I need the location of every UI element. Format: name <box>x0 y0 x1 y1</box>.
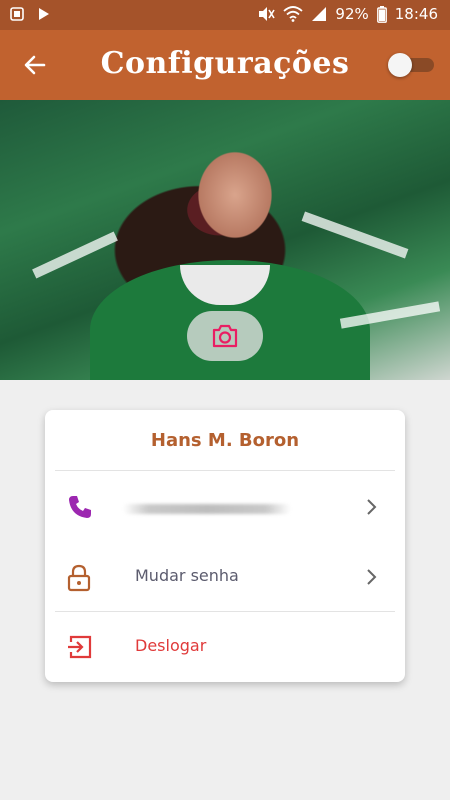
play-store-icon <box>39 8 49 20</box>
battery-icon <box>376 5 387 23</box>
phone-icon <box>69 496 91 518</box>
logout-label: Deslogar <box>135 636 207 655</box>
logout-icon <box>68 635 92 659</box>
divider <box>55 470 395 471</box>
change-password-label: Mudar senha <box>135 566 239 585</box>
logout-row[interactable]: Deslogar <box>45 614 405 680</box>
cover-photo <box>0 100 450 380</box>
user-name: Hans M. Boron <box>150 430 300 451</box>
change-photo-button[interactable] <box>187 311 263 361</box>
divider <box>55 611 395 612</box>
profile-card: Hans M. Boron Mudar senha Deslogar <box>45 410 405 682</box>
signal-icon <box>312 7 327 21</box>
status-bar: 92% 18:46 <box>0 0 450 30</box>
status-bar-system: 92% 18:46 <box>257 5 438 23</box>
wifi-icon <box>283 6 304 22</box>
status-bar-notifications <box>10 7 50 21</box>
battery-percentage: 92% <box>335 5 369 23</box>
chevron-right-icon <box>367 499 377 515</box>
clock: 18:46 <box>394 5 438 23</box>
notification-icon <box>10 7 24 21</box>
phone-number-redacted <box>123 504 291 514</box>
app-bar: Configurações <box>0 30 450 100</box>
camera-icon <box>212 324 238 348</box>
mute-icon <box>259 7 276 21</box>
change-password-row[interactable]: Mudar senha <box>45 544 405 610</box>
phone-row[interactable] <box>45 474 405 540</box>
page-title: Configurações <box>100 46 350 81</box>
lock-icon <box>67 564 91 592</box>
cover-photo-stripe <box>301 211 409 259</box>
chevron-right-icon <box>367 569 377 585</box>
cover-photo-stripe <box>32 231 118 279</box>
dark-mode-toggle[interactable] <box>388 53 434 77</box>
toggle-thumb <box>388 53 412 77</box>
